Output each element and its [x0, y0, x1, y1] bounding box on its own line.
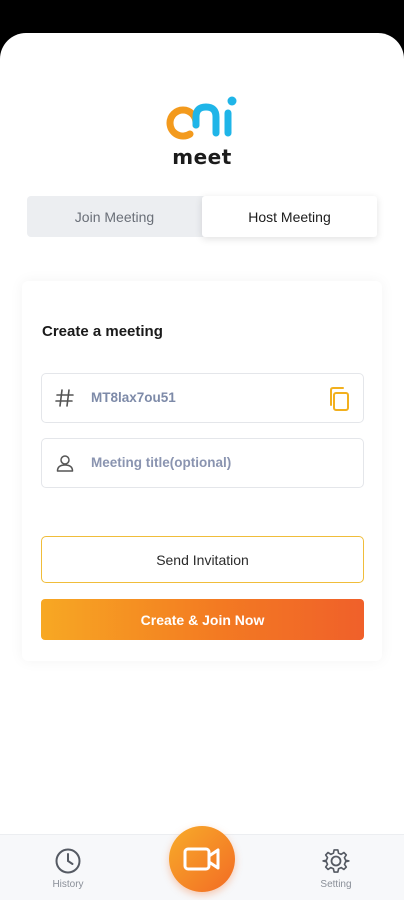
nav-history[interactable]: History [38, 847, 98, 890]
user-icon [56, 455, 74, 472]
bottom-navigation: History Setting [0, 826, 404, 900]
meeting-title-input[interactable] [91, 455, 321, 470]
meeting-id-value: MT8lax7ou51 [91, 390, 176, 405]
clock-icon [55, 848, 81, 874]
nav-history-label: History [52, 879, 84, 890]
card-title: Create a meeting [42, 323, 163, 340]
tab-join-meeting[interactable]: Join Meeting [27, 196, 202, 237]
meeting-id-field[interactable]: MT8lax7ou51 [41, 373, 364, 423]
meeting-mode-tabs: Join Meeting Host Meeting [27, 196, 377, 237]
gear-icon [322, 849, 350, 873]
hash-icon [55, 389, 74, 407]
logo-mark-icon [166, 96, 237, 140]
copy-icon[interactable] [327, 386, 351, 412]
app-logo: meet [0, 95, 404, 175]
logo-text: meet [172, 145, 232, 169]
start-video-meeting-button[interactable] [169, 826, 235, 892]
create-join-now-button[interactable]: Create & Join Now [41, 599, 364, 640]
meeting-title-field[interactable] [41, 438, 364, 488]
app-screen: meet Join Meeting Host Meeting Create a … [0, 33, 404, 900]
send-invitation-button[interactable]: Send Invitation [41, 536, 364, 583]
nav-setting[interactable]: Setting [306, 847, 366, 890]
nav-setting-label: Setting [320, 879, 352, 890]
video-camera-icon [183, 847, 220, 871]
tab-host-meeting[interactable]: Host Meeting [202, 196, 377, 237]
create-meeting-card: Create a meeting MT8lax7ou51 Send Invita… [22, 281, 382, 661]
